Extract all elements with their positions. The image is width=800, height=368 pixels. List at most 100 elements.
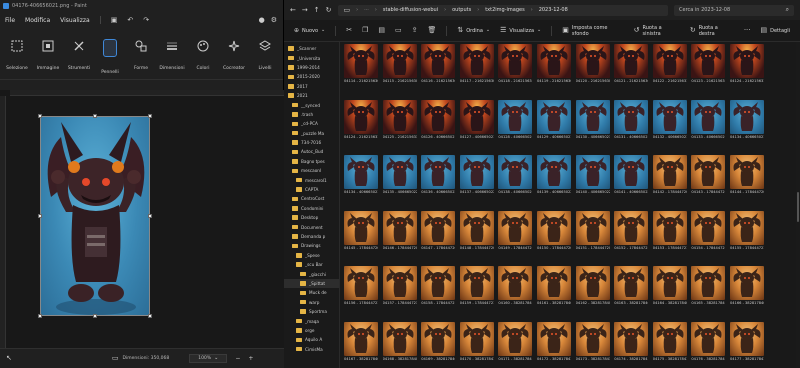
search-input[interactable]: Cerca in 2023-12-08 ⌕: [674, 4, 794, 16]
thumbnail[interactable]: 04118 - 2162156306.png: [498, 44, 533, 83]
ribbon-dimensioni[interactable]: Dimensioni: [157, 34, 187, 71]
thumbnail[interactable]: 04154 - 1784447212.png: [691, 210, 726, 250]
canvas-image[interactable]: [40, 116, 150, 316]
thumbnail[interactable]: 04164 - 3828178404.png: [652, 266, 687, 305]
tree-item[interactable]: _Spittat: [284, 278, 339, 289]
rename-icon[interactable]: ▭: [395, 27, 402, 34]
tree-item[interactable]: _cd-PCA: [284, 119, 339, 128]
thumbnail[interactable]: 04146 - 1784447204.png: [382, 210, 417, 250]
thumbnail[interactable]: 04177 - 3828178417.png: [730, 321, 764, 361]
ribbon-forme[interactable]: Forme: [126, 34, 156, 71]
tree-item[interactable]: 734-7016: [284, 138, 339, 147]
ribbon-cocreator[interactable]: Cocreator: [219, 34, 249, 71]
resize-handle[interactable]: [148, 314, 152, 318]
thumbnail[interactable]: 04131 - 4066650216.png: [614, 99, 649, 139]
thumbnail[interactable]: 04160 - 3828178400.png: [498, 266, 533, 305]
scrollbar-thumb[interactable]: [797, 192, 799, 222]
settings-icon[interactable]: ⚙: [271, 16, 277, 24]
thumbnail[interactable]: 04119 - 2162156307.png: [537, 44, 571, 83]
thumbnail[interactable]: 04115 - 2162156303.png: [382, 44, 417, 83]
thumbnail[interactable]: 04163 - 3828178403.png: [614, 266, 649, 305]
menu-view[interactable]: Visualizza: [60, 17, 90, 24]
thumbnail[interactable]: 04148 - 1784447206.png: [459, 210, 494, 250]
thumbnail[interactable]: 04140 - 4066650225.png: [575, 155, 610, 194]
tree-item[interactable]: 2021: [284, 91, 339, 100]
info-icon[interactable]: ●: [259, 16, 265, 24]
thumbnail[interactable]: 04138 - 4066650223.png: [498, 155, 533, 194]
tree-item[interactable]: __synced: [284, 100, 339, 109]
tree-item[interactable]: Aquilo A: [284, 335, 339, 344]
zoom-dropdown[interactable]: 100% ⌄: [189, 354, 228, 363]
resize-handle[interactable]: [38, 114, 42, 118]
thumbnail[interactable]: 04124 - 2162156312.png: [730, 44, 764, 83]
thumbnail[interactable]: 04117 - 2162156305.png: [459, 44, 494, 83]
tree-item[interactable]: CAPTA: [284, 185, 339, 194]
tree-item[interactable]: CentroCost: [284, 194, 339, 203]
thumbnail[interactable]: 04137 - 4066650222.png: [459, 155, 494, 194]
cut-icon[interactable]: ✂: [346, 27, 352, 34]
ribbon-pennelli[interactable]: Pennelli: [95, 34, 125, 75]
thumbnail[interactable]: 04135 - 4066650220.png: [382, 155, 417, 194]
thumbnail[interactable]: 04176 - 3828178416.png: [691, 321, 726, 361]
thumbnail[interactable]: 04156 - 1784447214.png: [344, 266, 378, 305]
resize-handle[interactable]: [38, 214, 42, 218]
tree-item[interactable]: _Universita: [284, 53, 339, 62]
thumbnail[interactable]: 04130 - 4066650215.png: [575, 99, 610, 139]
sort-button[interactable]: ⇅ Ordina ⌄: [457, 27, 490, 34]
tree-item[interactable]: .trash: [284, 110, 339, 119]
thumbnail[interactable]: 04116 - 2162156304.png: [421, 44, 456, 83]
thumbnail[interactable]: 04141 - 4066650226.png: [614, 155, 649, 194]
thumbnail[interactable]: 04158 - 1784447216.png: [421, 266, 456, 305]
thumbnail[interactable]: 04144 - 1784447202.png: [730, 155, 764, 194]
thumbnail[interactable]: 04159 - 1784447217.png: [459, 266, 494, 305]
thumbnail[interactable]: 04145 - 1784447203.png: [344, 210, 378, 250]
tree-item[interactable]: orge: [284, 326, 339, 335]
menu-file[interactable]: File: [5, 17, 15, 24]
tree-item[interactable]: Muck de: [284, 288, 339, 297]
back-icon[interactable]: ←: [290, 6, 296, 14]
thumbnail[interactable]: 04175 - 3828178415.png: [652, 321, 687, 361]
tree-item[interactable]: Condomini: [284, 204, 339, 213]
thumbnail[interactable]: 04152 - 1784447210.png: [614, 210, 649, 250]
thumbnail[interactable]: 04139 - 4066650224.png: [537, 155, 571, 194]
refresh-icon[interactable]: ↻: [326, 6, 332, 14]
details-button[interactable]: ▤ Dettagli: [761, 27, 791, 34]
share-icon[interactable]: ⇪: [412, 27, 418, 34]
resize-handle[interactable]: [93, 314, 97, 318]
tree-item[interactable]: Autoc_Bud: [284, 147, 339, 156]
zoom-out-icon[interactable]: −: [235, 355, 240, 362]
thumbnail[interactable]: 04120 - 2162156308.png: [575, 44, 610, 83]
forward-icon[interactable]: →: [302, 6, 308, 14]
tree-item[interactable]: mescaonl: [284, 166, 339, 175]
thumbnail[interactable]: 04171 - 3828178411.png: [498, 321, 533, 361]
ribbon-livelli[interactable]: Livelli: [250, 34, 280, 71]
menu-edit[interactable]: Modifica: [25, 17, 50, 24]
thumbnail[interactable]: 04151 - 1784447209.png: [575, 210, 610, 250]
tree-item[interactable]: _Scanner: [284, 44, 339, 53]
thumbnail[interactable]: 04127 - 4066650212.png: [459, 99, 494, 139]
ribbon-colori[interactable]: Colori: [188, 34, 218, 71]
breadcrumb[interactable]: ▭ › ··· › stable-diffusion-webui › outpu…: [337, 4, 668, 16]
breadcrumb-item[interactable]: txt2img-images: [485, 7, 524, 13]
resize-handle[interactable]: [148, 114, 152, 118]
thumbnail[interactable]: 04123 - 2162156311.png: [691, 44, 726, 83]
thumbnail[interactable]: 04126 - 4066650211.png: [421, 99, 456, 139]
tree-item[interactable]: Document: [284, 222, 339, 231]
thumbnail[interactable]: 04122 - 2162156310.png: [652, 44, 687, 83]
tree-item[interactable]: 1999-2014: [284, 63, 339, 72]
thumbnail[interactable]: 04150 - 1784447208.png: [537, 210, 571, 250]
scrollbar[interactable]: [796, 42, 800, 368]
thumbnail[interactable]: 04121 - 2162156309.png: [614, 44, 649, 83]
thumbnail[interactable]: 04136 - 4066650221.png: [421, 155, 456, 194]
set-background-button[interactable]: ▣ Imposta come sfondo: [562, 25, 623, 37]
thumbnail[interactable]: 04133 - 4066650218.png: [691, 99, 726, 139]
thumbnail[interactable]: 04124 - 2162156312.png: [344, 99, 378, 139]
tree-item[interactable]: _scu Bar: [284, 260, 339, 269]
tree-item[interactable]: _puzzle Ma: [284, 129, 339, 138]
breadcrumb-item[interactable]: stable-diffusion-webui: [383, 7, 438, 13]
thumbnail[interactable]: 04172 - 3828178412.png: [537, 321, 571, 361]
thumbnail[interactable]: 04168 - 3828178408.png: [382, 321, 417, 361]
resize-handle[interactable]: [93, 114, 97, 118]
tree-item[interactable]: 2015-2020: [284, 72, 339, 81]
tree-item[interactable]: Drawings: [284, 241, 339, 250]
